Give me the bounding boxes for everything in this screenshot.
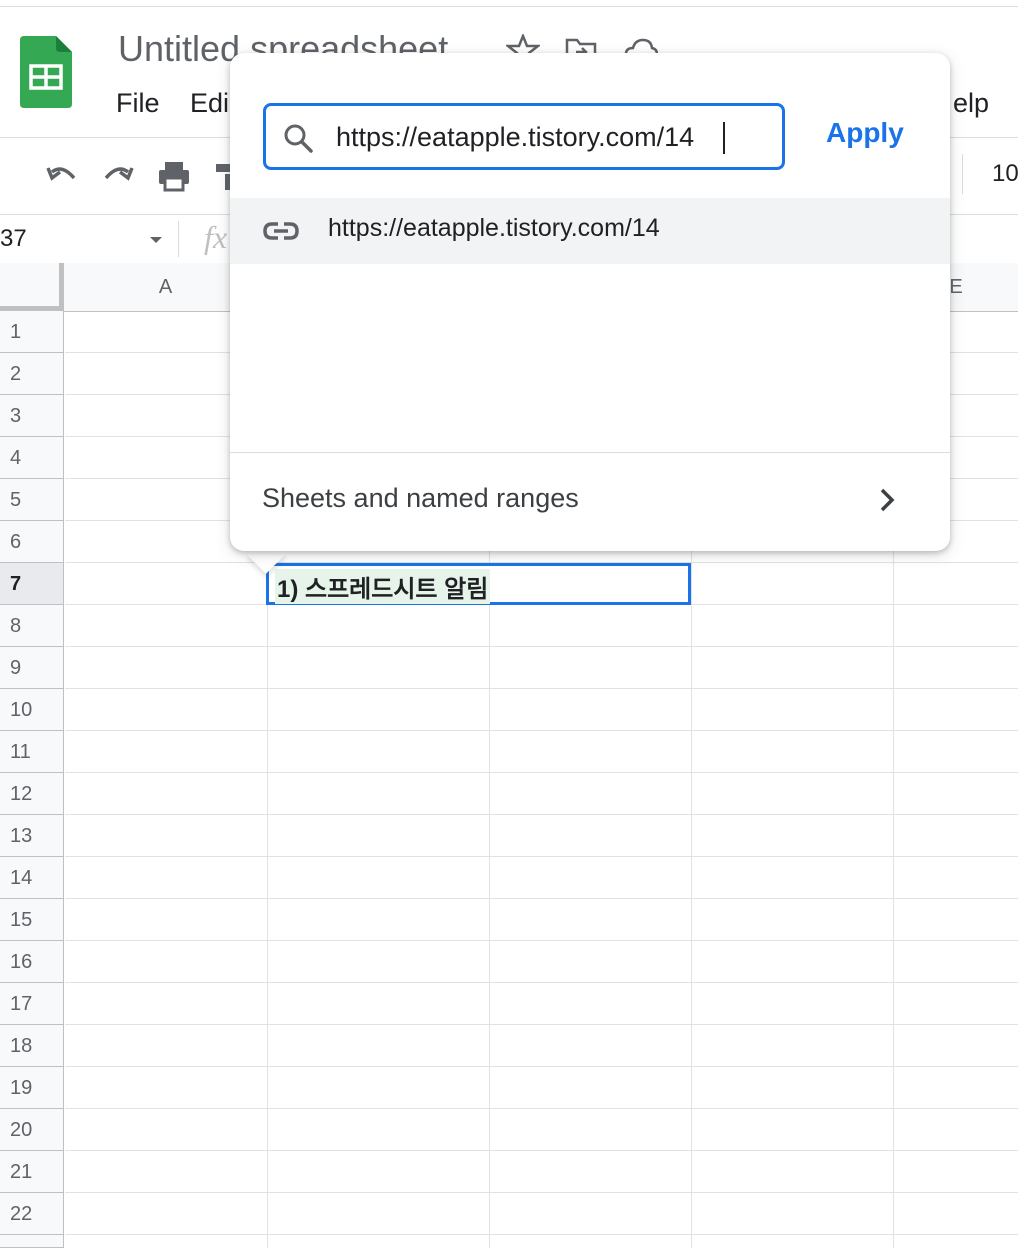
row-header[interactable]: 1 <box>0 311 64 353</box>
menu-file[interactable]: File <box>116 88 160 119</box>
selected-cell[interactable]: 1) 스프레드시트 알림 <box>266 563 691 605</box>
row-header[interactable]: 20 <box>0 1109 64 1151</box>
sheets-and-named-ranges-item[interactable]: Sheets and named ranges <box>230 453 950 551</box>
fx-label: fx <box>204 219 228 255</box>
row-header[interactable]: 15 <box>0 899 64 941</box>
insert-link-popup: Apply https://eatapple.tistory.com/14 Sh… <box>230 53 950 551</box>
redo-icon[interactable] <box>100 158 136 194</box>
sheets-ranges-label: Sheets and named ranges <box>262 483 579 513</box>
table-row[interactable] <box>65 647 1018 689</box>
chevron-right-icon <box>880 488 895 512</box>
row-header[interactable]: 11 <box>0 731 64 773</box>
text-caret <box>723 122 725 154</box>
row-header[interactable]: 12 <box>0 773 64 815</box>
table-row[interactable] <box>65 815 1018 857</box>
apply-button[interactable]: Apply <box>826 117 904 149</box>
link-input[interactable] <box>336 120 756 154</box>
table-row[interactable] <box>65 731 1018 773</box>
toolbar-separator <box>962 154 963 194</box>
row-header[interactable]: 4 <box>0 437 64 479</box>
link-suggestion-item[interactable]: https://eatapple.tistory.com/14 <box>230 198 950 264</box>
table-row[interactable] <box>65 983 1018 1025</box>
row-header[interactable]: 14 <box>0 857 64 899</box>
search-icon <box>284 124 313 153</box>
top-border <box>0 6 1018 7</box>
sheets-logo-icon[interactable] <box>20 36 72 108</box>
row-header[interactable] <box>0 1235 64 1248</box>
cell-text: 1) 스프레드시트 알림 <box>275 569 491 604</box>
menu-help[interactable]: elp <box>953 88 989 119</box>
row-header[interactable]: 2 <box>0 353 64 395</box>
row-header[interactable]: 21 <box>0 1151 64 1193</box>
table-row[interactable] <box>65 1193 1018 1235</box>
row-header[interactable]: 3 <box>0 395 64 437</box>
print-icon[interactable] <box>156 158 192 194</box>
font-size-field[interactable]: 10 <box>992 160 1018 188</box>
undo-icon[interactable] <box>44 158 80 194</box>
link-icon <box>263 222 299 240</box>
row-header[interactable]: 16 <box>0 941 64 983</box>
suggestion-url: https://eatapple.tistory.com/14 <box>328 214 660 242</box>
row-header[interactable]: 6 <box>0 521 64 563</box>
row-header[interactable]: 9 <box>0 647 64 689</box>
table-row[interactable] <box>65 689 1018 731</box>
table-row[interactable] <box>65 941 1018 983</box>
table-row[interactable] <box>65 1109 1018 1151</box>
row-header[interactable]: 8 <box>0 605 64 647</box>
row-header[interactable]: 18 <box>0 1025 64 1067</box>
table-row[interactable] <box>65 605 1018 647</box>
table-row[interactable] <box>65 857 1018 899</box>
table-row[interactable] <box>65 1151 1018 1193</box>
select-all-corner[interactable] <box>0 263 64 311</box>
table-row[interactable] <box>65 773 1018 815</box>
row-header[interactable]: 10 <box>0 689 64 731</box>
row-header[interactable]: 17 <box>0 983 64 1025</box>
row-header[interactable]: 5 <box>0 479 64 521</box>
table-row[interactable] <box>65 1025 1018 1067</box>
link-search-box[interactable] <box>263 103 785 170</box>
row-header[interactable]: 22 <box>0 1193 64 1235</box>
formula-divider <box>178 221 179 257</box>
row-header-active[interactable]: 7 <box>0 563 64 605</box>
table-row[interactable] <box>65 1067 1018 1109</box>
table-row[interactable] <box>65 899 1018 941</box>
dropdown-caret-icon[interactable] <box>150 237 162 243</box>
menu-edit[interactable]: Edi <box>190 88 229 119</box>
row-header[interactable]: 13 <box>0 815 64 857</box>
name-box[interactable]: 37 <box>0 225 27 253</box>
row-header[interactable]: 19 <box>0 1067 64 1109</box>
